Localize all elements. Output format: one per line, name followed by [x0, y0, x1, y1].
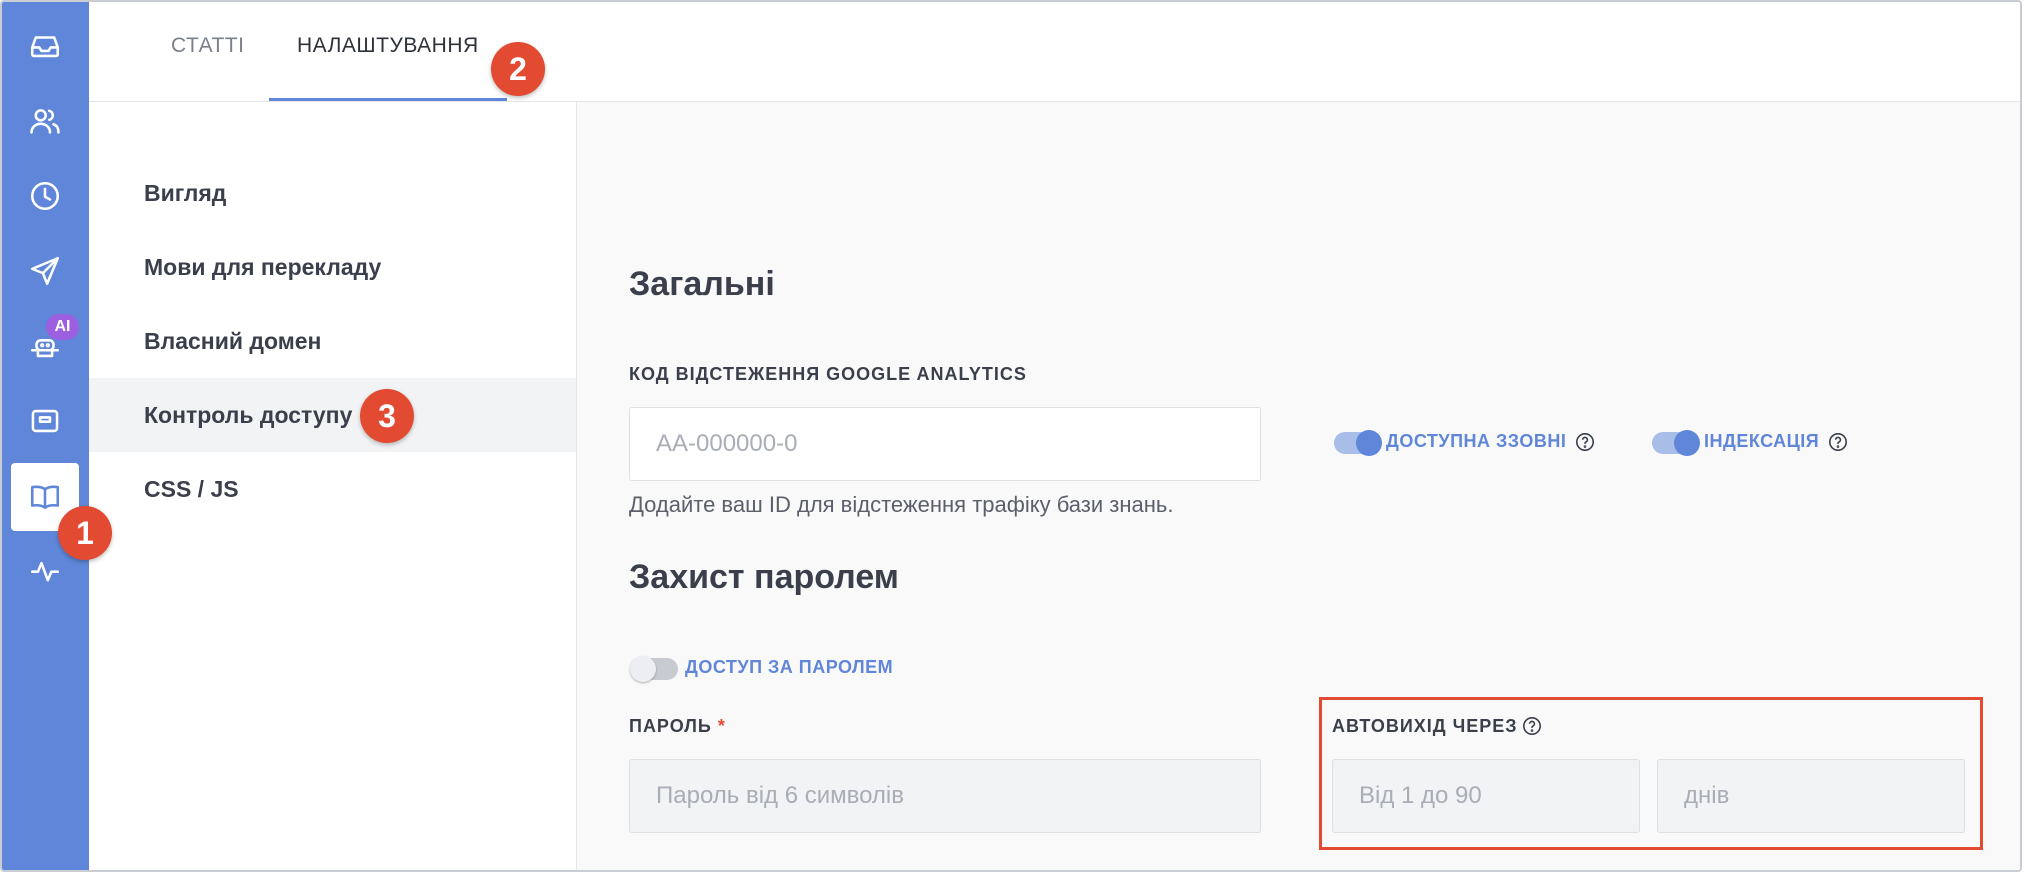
toggle-knob — [1674, 430, 1700, 456]
submenu-item-css-js[interactable]: CSS / JS — [89, 452, 576, 526]
password-access-label[interactable]: ДОСТУП ЗА ПАРОЛЕМ — [685, 657, 893, 678]
general-heading: Загальні — [629, 265, 775, 303]
required-mark: * — [717, 716, 726, 736]
send-icon[interactable] — [11, 237, 79, 305]
submenu-item-access-control[interactable]: Контроль доступу — [89, 378, 576, 452]
password-heading: Захист паролем — [629, 558, 899, 596]
ai-badge: AI — [46, 314, 79, 340]
indexing-label[interactable]: ІНДЕКСАЦІЯ — [1704, 431, 1819, 452]
users-icon[interactable] — [11, 87, 79, 155]
highlight-box — [1319, 697, 1983, 850]
clock-icon[interactable] — [11, 162, 79, 230]
password-label: ПАРОЛЬ * — [629, 716, 726, 736]
ga-hint: Додайте ваш ID для відстеження трафіку б… — [629, 492, 1174, 517]
widget-icon[interactable] — [11, 387, 79, 455]
password-input[interactable] — [629, 759, 1261, 833]
indexing-toggle[interactable] — [1652, 430, 1700, 456]
top-tabs: СТАТТІ НАЛАШТУВАННЯ — [89, 2, 2020, 102]
toggle-knob — [1356, 430, 1382, 456]
submenu-item-languages[interactable]: Мови для перекладу — [89, 230, 576, 304]
settings-submenu: Вигляд Мови для перекладу Власний домен … — [89, 102, 577, 870]
step-marker-1: 1 — [58, 506, 112, 560]
ga-label: КОД ВІДСТЕЖЕННЯ GOOGLE ANALYTICS — [629, 364, 1027, 384]
active-tab-indicator — [269, 98, 507, 101]
ga-tracking-input[interactable] — [629, 407, 1261, 481]
help-icon[interactable] — [1575, 432, 1595, 452]
app-window: AI СТАТТІ НАЛАШТУВАННЯ Вигляд Мови для п… — [0, 0, 2022, 872]
public-access-toggle[interactable] — [1334, 430, 1382, 456]
password-access-toggle[interactable] — [630, 656, 678, 682]
step-marker-3: 3 — [360, 389, 414, 443]
icon-sidebar: AI — [2, 2, 89, 870]
toggle-knob — [630, 656, 656, 682]
tab-settings[interactable]: НАЛАШТУВАННЯ — [297, 34, 479, 58]
public-access-label[interactable]: ДОСТУПНА ЗЗОВНІ — [1386, 431, 1566, 452]
tab-articles[interactable]: СТАТТІ — [171, 34, 244, 58]
help-icon[interactable] — [1828, 432, 1848, 452]
submenu-item-custom-domain[interactable]: Власний домен — [89, 304, 576, 378]
submenu-item-appearance[interactable]: Вигляд — [89, 156, 576, 230]
inbox-icon[interactable] — [11, 12, 79, 80]
step-marker-2: 2 — [491, 42, 545, 96]
